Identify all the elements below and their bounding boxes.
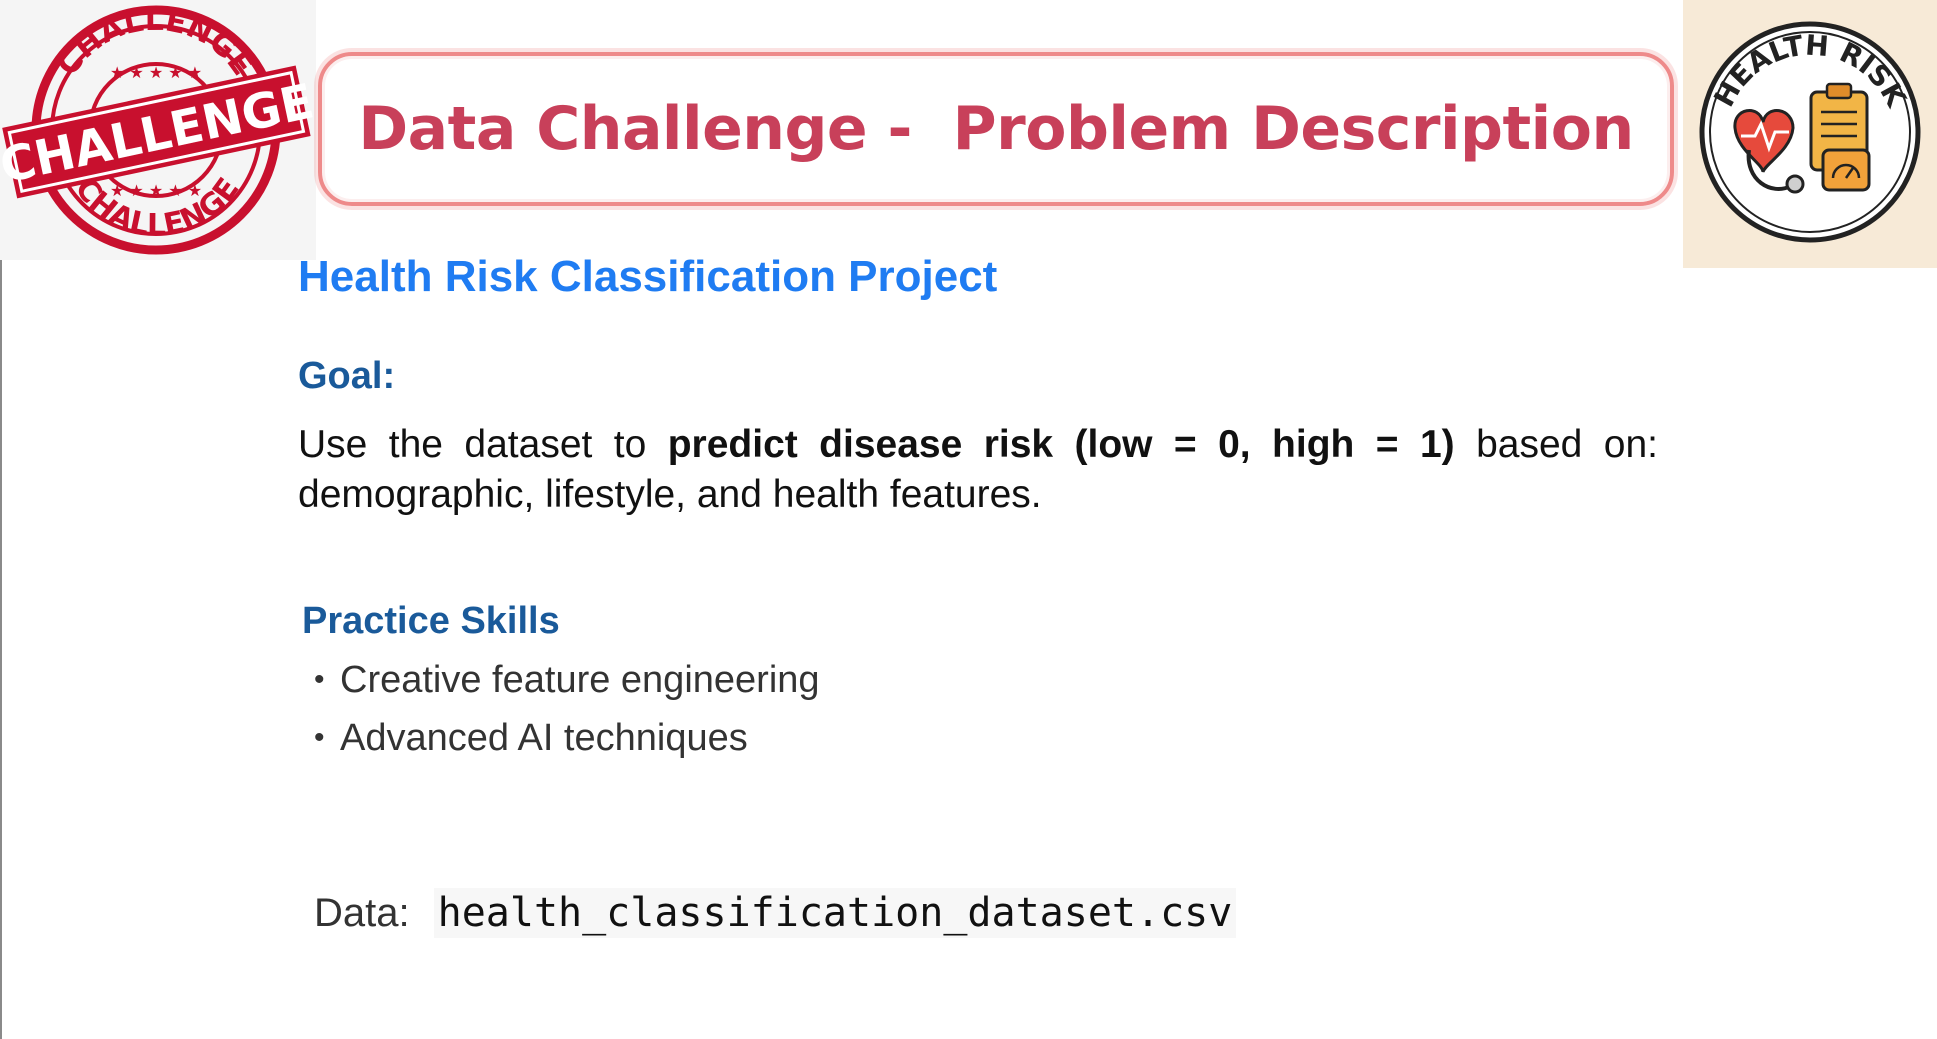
challenge-stamp-logo: CHALLENGE CHALLENGE ★ ★ ★ ★ ★ ★ ★ ★ ★ ★ … (0, 0, 316, 260)
challenge-stamp-icon: CHALLENGE CHALLENGE ★ ★ ★ ★ ★ ★ ★ ★ ★ ★ … (0, 3, 316, 255)
dataset-filename: health_classification_dataset.csv (433, 888, 1237, 938)
list-item: • Advanced AI techniques (314, 714, 820, 772)
svg-text:★ ★ ★ ★ ★: ★ ★ ★ ★ ★ (110, 181, 202, 200)
goal-text-prefix: Use the dataset to (298, 423, 668, 466)
practice-skills-heading: Practice Skills (302, 600, 560, 642)
list-item: • Creative feature engineering (314, 656, 820, 714)
svg-text:★ ★ ★ ★ ★: ★ ★ ★ ★ ★ (110, 63, 202, 82)
practice-skills-list: • Creative feature engineering • Advanced … (314, 656, 820, 772)
data-label: Data: (314, 890, 410, 935)
data-source: Data: health_classification_dataset.csv (314, 888, 1237, 938)
goal-heading: Goal: (298, 355, 396, 397)
goal-line-1: Use the dataset to predict disease risk … (298, 420, 1658, 470)
goal-line-2: demographic, lifestyle, and health featu… (298, 473, 1042, 516)
slide: CHALLENGE CHALLENGE ★ ★ ★ ★ ★ ★ ★ ★ ★ ★ … (0, 0, 1937, 1039)
bullet-icon: • (314, 663, 325, 696)
skill-label: Creative feature engineering (340, 659, 820, 701)
project-title: Health Risk Classification Project (298, 252, 998, 301)
goal-text-bold: predict disease risk (low = 0, high = 1) (667, 423, 1455, 466)
health-risk-badge-logo: HEALTH RISK (1683, 0, 1937, 268)
skill-label: Advanced AI techniques (340, 717, 748, 759)
health-risk-badge-icon: HEALTH RISK (1699, 21, 1921, 243)
goal-text-suffix: based on: (1454, 423, 1658, 466)
page-title: Data Challenge - Problem Description (358, 94, 1634, 164)
goal-description: Use the dataset to predict disease risk … (298, 420, 1658, 520)
bullet-icon: • (314, 721, 325, 754)
